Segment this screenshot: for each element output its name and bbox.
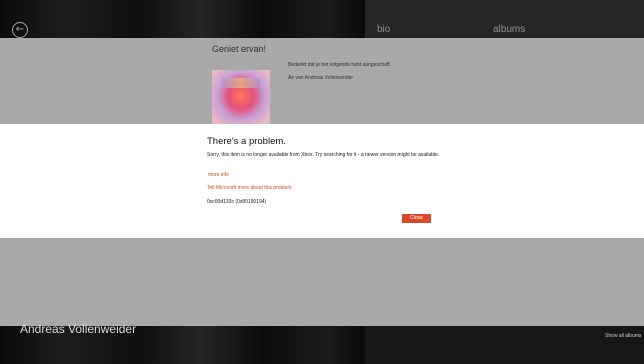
purchase-thanks-text: Bedankt dat je het volgende hebt aangesc… [288, 62, 390, 68]
show-all-albums-link[interactable]: Show all albums [605, 333, 641, 339]
purchase-item-text: Air van Andreas Vollenweider [288, 75, 354, 81]
error-dialog: There's a problem. Sorry, this item is n… [0, 124, 644, 238]
music-app: ← bio albums Geniet ervan! Bedankt dat j… [0, 0, 644, 364]
dialog-title: There's a problem. [207, 136, 286, 147]
tell-microsoft-link[interactable]: Tell Microsoft more about this problem [207, 185, 291, 191]
dialog-message: Sorry, this item is no longer available … [207, 152, 440, 158]
close-button[interactable]: Close [402, 214, 431, 223]
purchase-title: Geniet ervan! [212, 44, 267, 54]
more-info-link[interactable]: more info [208, 172, 229, 178]
error-code: 0xc00d133c (0x80190194) [207, 199, 267, 205]
album-cover-image [212, 70, 270, 128]
artist-name: Andreas Vollenweider [20, 322, 137, 336]
